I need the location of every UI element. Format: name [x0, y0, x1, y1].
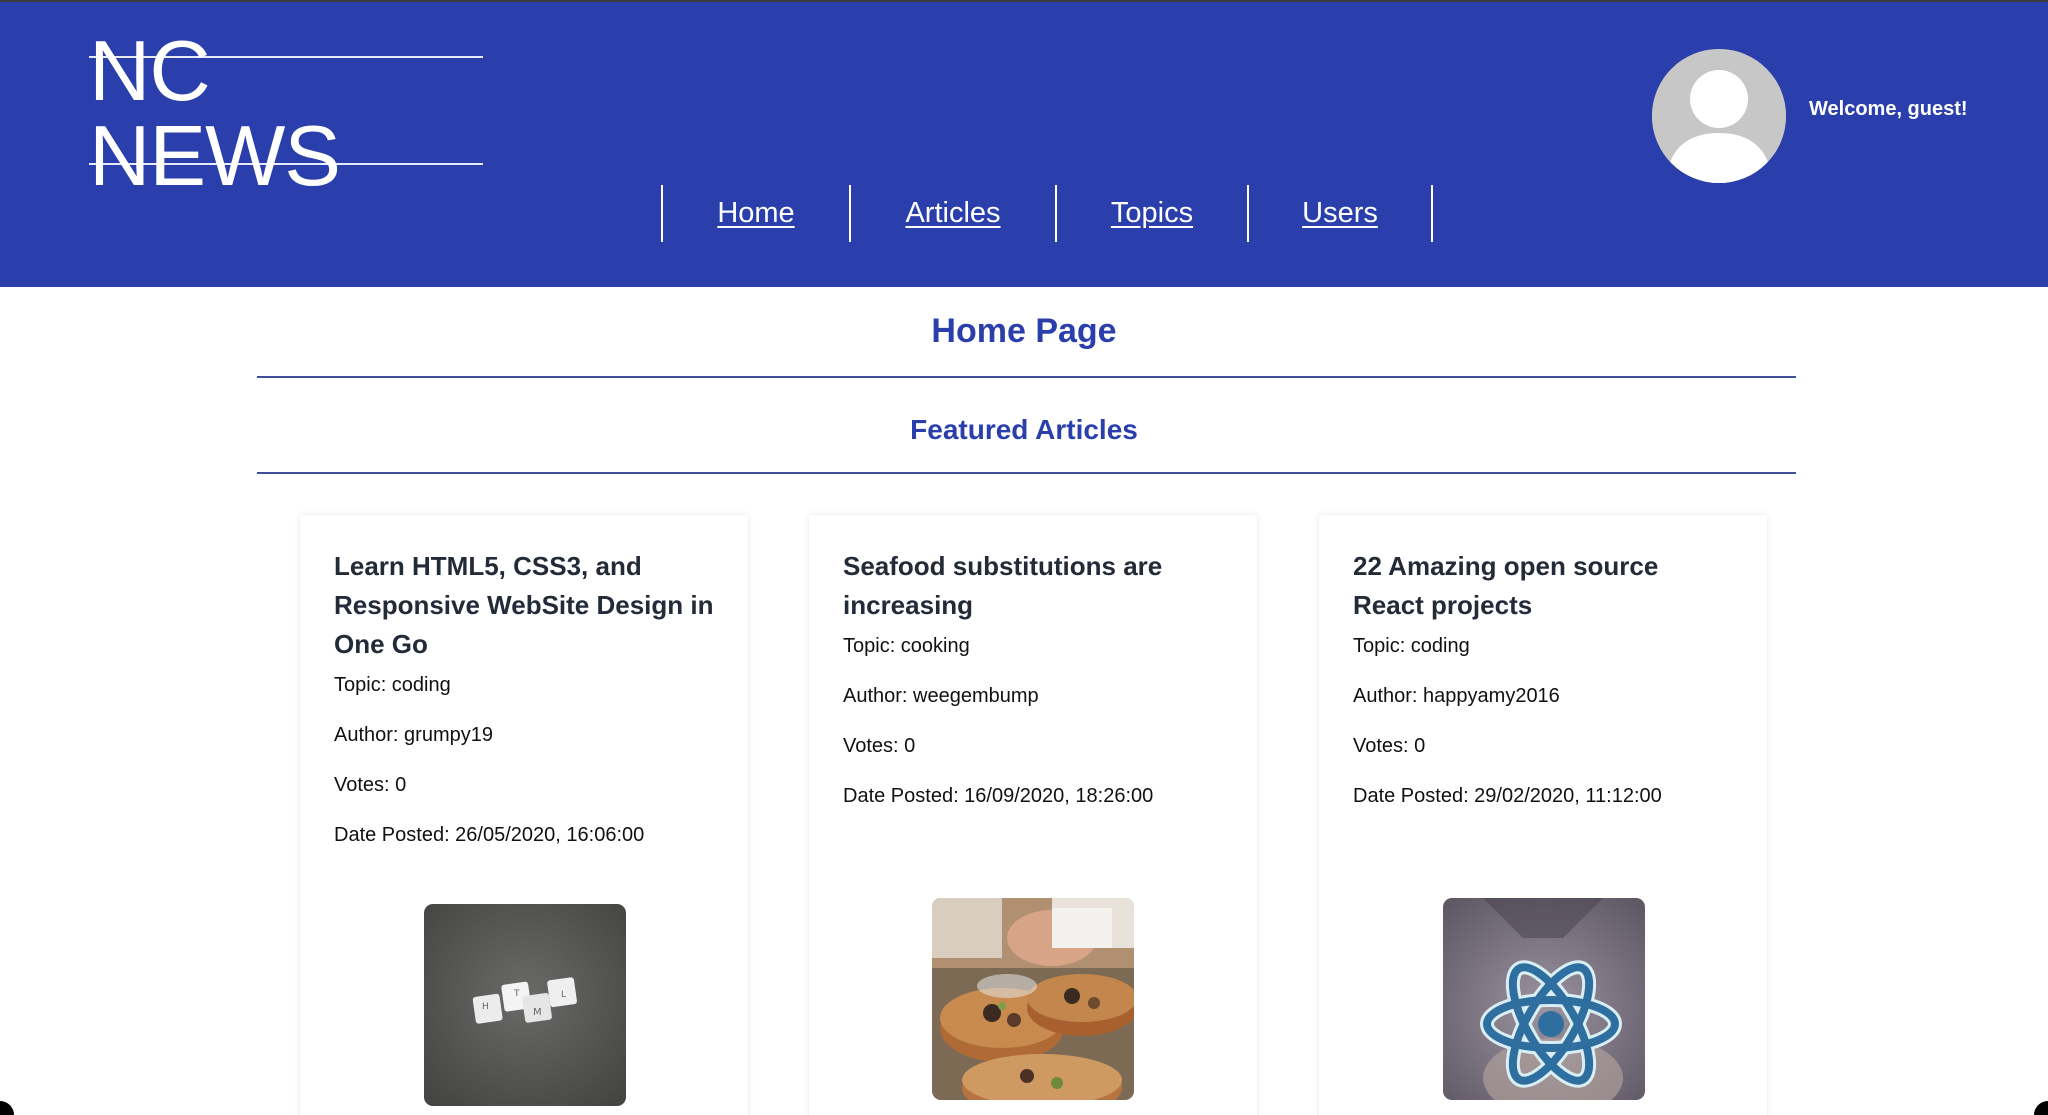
article-votes: Votes: 0	[334, 774, 407, 796]
nav-link-articles[interactable]: Articles	[851, 185, 1057, 242]
article-votes: Votes: 0	[843, 735, 916, 757]
article-date: Date Posted: 16/09/2020, 18:26:00	[843, 785, 1154, 807]
article-topic: Topic: coding	[1353, 635, 1470, 657]
seafood-plating-image	[932, 898, 1134, 1100]
nav-link-topics[interactable]: Topics	[1057, 185, 1249, 242]
svg-text:L: L	[561, 990, 566, 1000]
article-card[interactable]: Learn HTML5, CSS3, and Responsive WebSit…	[300, 515, 748, 1115]
nav-link-users[interactable]: Users	[1249, 185, 1433, 242]
divider	[257, 472, 1796, 474]
user-avatar-icon[interactable]	[1652, 49, 1786, 183]
article-author: Author: grumpy19	[334, 724, 493, 746]
svg-text:H: H	[482, 1002, 489, 1012]
divider	[257, 376, 1796, 378]
article-title[interactable]: Learn HTML5, CSS3, and Responsive WebSit…	[334, 547, 714, 664]
page-title: Home Page	[931, 312, 1117, 350]
article-author: Author: happyamy2016	[1353, 685, 1560, 707]
article-title[interactable]: Seafood substitutions are increasing	[843, 547, 1223, 625]
article-card[interactable]: Seafood substitutions are increasing Top…	[809, 515, 1257, 1115]
article-topic: Topic: cooking	[843, 635, 970, 657]
article-votes: Votes: 0	[1353, 735, 1426, 757]
article-topic: Topic: coding	[334, 674, 451, 696]
site-logo-text: NC NEWS	[89, 23, 341, 204]
article-card[interactable]: 22 Amazing open source React projects To…	[1319, 515, 1767, 1115]
site-logo[interactable]: NC NEWS	[89, 29, 483, 199]
section-title: Featured Articles	[910, 414, 1138, 445]
svg-text:T: T	[513, 989, 520, 999]
article-date: Date Posted: 29/02/2020, 11:12:00	[1353, 785, 1662, 807]
window-corner	[2034, 1101, 2048, 1115]
nav-link-home[interactable]: Home	[663, 185, 851, 242]
main-nav: Home Articles Topics Users	[661, 185, 1433, 242]
article-title[interactable]: 22 Amazing open source React projects	[1353, 547, 1733, 625]
article-author: Author: weegembump	[843, 685, 1039, 707]
site-header: NC NEWS Welcome, guest! Home Articles To…	[0, 0, 2048, 287]
react-logo-image	[1443, 898, 1645, 1100]
html-tiles-image: H T M L	[424, 904, 626, 1106]
welcome-message: Welcome, guest!	[1809, 98, 1968, 120]
svg-text:M: M	[533, 1007, 542, 1018]
article-date: Date Posted: 26/05/2020, 16:06:00	[334, 824, 645, 846]
window-corner	[0, 1101, 14, 1115]
